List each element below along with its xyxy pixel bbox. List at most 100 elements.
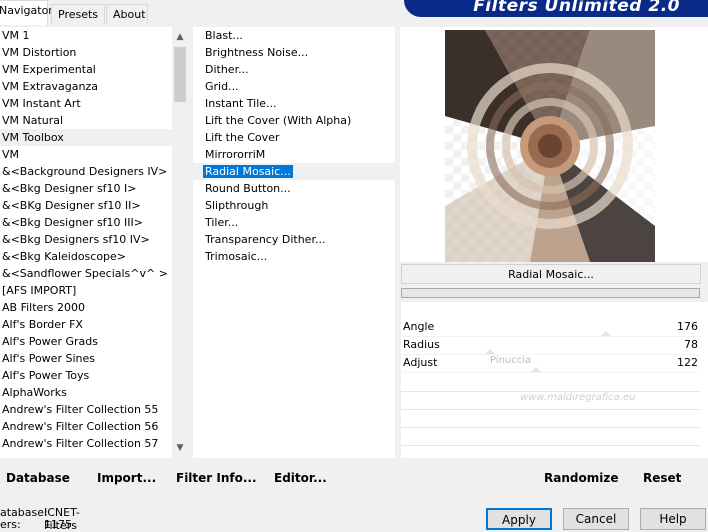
category-item-label: &<Bkg Designer sf10 I> — [2, 182, 137, 195]
filter-item[interactable]: Round Button... — [193, 180, 395, 197]
param-label: Radius — [403, 338, 440, 351]
apply-button[interactable]: Apply — [486, 508, 552, 530]
category-item[interactable]: VM Experimental — [0, 61, 172, 78]
category-item[interactable]: VM — [0, 146, 172, 163]
filter-item[interactable]: Tiler... — [193, 214, 395, 231]
param-row-angle[interactable]: Angle 176 — [401, 318, 700, 337]
tab-about[interactable]: About — [106, 4, 148, 24]
category-item-label: Alf's Border FX — [2, 318, 83, 331]
tab-navigator[interactable]: Navigator — [0, 0, 53, 25]
radial-mosaic-preview — [445, 19, 655, 262]
param-row-adjust[interactable]: Adjust 122 — [401, 354, 700, 373]
category-item[interactable]: Andrew's Filter Collection 57 — [0, 435, 172, 452]
reset-button[interactable]: Reset — [643, 465, 681, 491]
category-item[interactable]: &<Bkg Kaleidoscope> — [0, 248, 172, 265]
category-item[interactable]: Andrew's Filter Collection 55 — [0, 401, 172, 418]
filter-item[interactable]: Slipthrough — [193, 197, 395, 214]
status-filters: ers: 1175 — [0, 518, 72, 531]
status-value: 1175 — [44, 518, 72, 531]
param-value: 122 — [677, 356, 698, 369]
watermark-name: Pinuccia — [490, 355, 532, 366]
filter-item-label: Grid... — [205, 80, 239, 93]
category-item[interactable]: &<BKg Designer sf10 II> — [0, 197, 172, 214]
category-item[interactable]: VM Toolbox — [0, 129, 172, 146]
filter-item[interactable]: Transparency Dither... — [193, 231, 395, 248]
category-item[interactable]: Alf's Power Toys — [0, 367, 172, 384]
preview-image — [445, 19, 655, 262]
tab-label: Navigator — [0, 4, 53, 17]
category-item[interactable]: AB Filters 2000 — [0, 299, 172, 316]
filter-list[interactable]: Blast... Brightness Noise... Dither... Grid… — [193, 27, 395, 458]
category-item-label: VM Natural — [2, 114, 64, 127]
category-item[interactable]: VM 1 — [0, 27, 172, 44]
filter-item-label: Instant Tile... — [205, 97, 277, 110]
filter-item[interactable]: MirrororriM — [193, 146, 395, 163]
category-item[interactable]: Andrew's Filter Collection 56 — [0, 418, 172, 435]
category-item[interactable]: VM Natural — [0, 112, 172, 129]
help-button[interactable]: Help — [640, 508, 706, 530]
category-item-label: &<BKg Designer sf10 II> — [2, 199, 141, 212]
category-item-label: Andrew's Filter Collection 56 — [2, 420, 159, 433]
category-item[interactable]: &<Bkg Designer sf10 III> — [0, 214, 172, 231]
category-item-label: &<Background Designers IV> — [2, 165, 168, 178]
param-value: 78 — [684, 338, 698, 351]
filter-info-button[interactable]: Filter Info... — [176, 465, 257, 491]
cancel-button[interactable]: Cancel — [563, 508, 629, 530]
database-button[interactable]: Database — [6, 465, 70, 491]
category-item[interactable]: &<Sandflower Specials^v^ > — [0, 265, 172, 282]
param-row-radius[interactable]: Radius 78 — [401, 336, 700, 355]
filter-item[interactable]: Trimosaic... — [193, 248, 395, 265]
category-item[interactable]: Alf's Power Grads — [0, 333, 172, 350]
param-label: Angle — [403, 320, 435, 333]
scroll-thumb[interactable] — [174, 47, 186, 102]
filter-item[interactable]: Radial Mosaic... — [193, 163, 395, 180]
filter-item[interactable]: Instant Tile... — [193, 95, 395, 112]
param-label: Adjust — [403, 356, 438, 369]
category-item[interactable]: VM Extravaganza — [0, 78, 172, 95]
randomize-button[interactable]: Randomize — [544, 465, 618, 491]
scroll-down-icon[interactable]: ▼ — [172, 440, 188, 456]
category-scrollbar[interactable]: ▲ ▼ — [172, 27, 188, 458]
right-button-bar: Randomize Reset — [400, 465, 708, 491]
scroll-up-icon[interactable]: ▲ — [172, 29, 188, 45]
filter-item[interactable]: Blast... — [193, 27, 395, 44]
category-item[interactable]: VM Distortion — [0, 44, 172, 61]
category-item-label: VM — [2, 148, 20, 161]
tab-label: About — [113, 8, 146, 21]
left-button-bar: Database Import... Filter Info... Editor… — [0, 465, 395, 491]
tab-presets[interactable]: Presets — [51, 4, 105, 24]
category-list[interactable]: VM 1 VM Distortion VM Experimental VM Extra… — [0, 27, 172, 458]
filter-item-label: Round Button... — [205, 182, 291, 195]
category-item[interactable]: &<Background Designers IV> — [0, 163, 172, 180]
category-item[interactable]: &<Bkg Designer sf10 I> — [0, 180, 172, 197]
category-item-label: &<Bkg Kaleidoscope> — [2, 250, 127, 263]
filter-item-label: Brightness Noise... — [205, 46, 309, 59]
filter-item[interactable]: Lift the Cover — [193, 129, 395, 146]
category-item[interactable]: Alf's Border FX — [0, 316, 172, 333]
filter-item[interactable]: Grid... — [193, 78, 395, 95]
category-item[interactable]: AlphaWorks — [0, 384, 172, 401]
import-button[interactable]: Import... — [97, 465, 156, 491]
category-item[interactable]: [AFS IMPORT] — [0, 282, 172, 299]
filter-name-label: Radial Mosaic... — [401, 264, 701, 284]
category-item[interactable]: VM Instant Art — [0, 95, 172, 112]
filter-item-label: Slipthrough — [205, 199, 269, 212]
category-item[interactable]: &<Bkg Designers sf10 IV> — [0, 231, 172, 248]
filter-item[interactable]: Lift the Cover (With Alpha) — [193, 112, 395, 129]
category-item-label: AlphaWorks — [2, 386, 67, 399]
category-item-label: [AFS IMPORT] — [2, 284, 77, 297]
category-item-label: VM Instant Art — [2, 97, 81, 110]
status-label: ers: — [0, 518, 21, 531]
filter-item[interactable]: Dither... — [193, 61, 395, 78]
category-item[interactable]: Alf's Power Sines — [0, 350, 172, 367]
editor-button[interactable]: Editor... — [274, 465, 327, 491]
category-item-label: AB Filters 2000 — [2, 301, 86, 314]
param-row-empty — [401, 374, 700, 392]
app-banner: Filters Unlimited 2.0 — [404, 0, 708, 17]
filter-item-label: Radial Mosaic... — [203, 165, 293, 178]
category-item-label: VM Distortion — [2, 46, 77, 59]
filter-item-label: Lift the Cover (With Alpha) — [205, 114, 352, 127]
filter-item[interactable]: Brightness Noise... — [193, 44, 395, 61]
slider-marker-icon — [531, 367, 541, 372]
filter-item-label: Dither... — [205, 63, 249, 76]
